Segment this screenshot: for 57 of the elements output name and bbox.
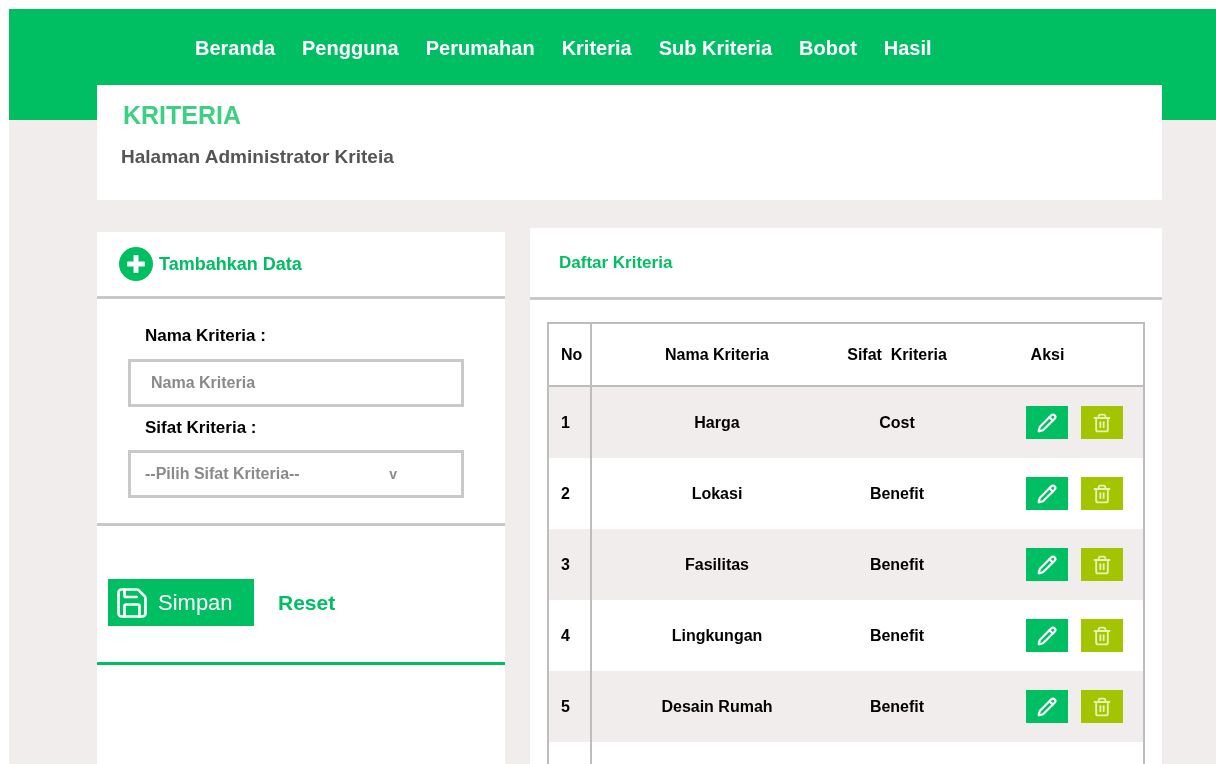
text-input-field[interactable]: Nama Kriteria [128, 358, 464, 407]
table-cell-text: Fasilitas [684, 554, 750, 575]
nav-link[interactable]: Bobot [799, 33, 857, 63]
table-cell-text: Harga [693, 412, 741, 433]
form-title: Tambahkan Data [159, 252, 302, 276]
table-cell-text: 4 [560, 625, 571, 646]
delete-icon [1092, 554, 1112, 575]
edit-button[interactable] [1026, 477, 1068, 510]
column-header: No [560, 344, 584, 365]
delete-button[interactable] [1081, 406, 1123, 439]
page-title: KRITERIA [123, 100, 243, 131]
page-subtitle: Halaman Administrator Kriteia [121, 144, 395, 169]
select-field[interactable]: --Pilih Sifat Kriteria-- v [128, 450, 464, 498]
table-cell-text: 1 [560, 412, 571, 433]
table-cell-text: Benefit [868, 483, 926, 504]
table-cell-text: 2 [560, 483, 571, 504]
table-cell-text: Lingkungan [670, 625, 764, 646]
table-cell-text: Lokasi [690, 483, 744, 504]
delete-button[interactable] [1081, 619, 1123, 652]
column-header: Aksi [1029, 344, 1066, 365]
save-button[interactable]: Simpan [108, 579, 254, 626]
table-cell-text: Desain Rumah [660, 696, 774, 717]
field-label: Nama Kriteria : [145, 325, 267, 347]
column-header: Sifat Kriteria [846, 344, 948, 365]
nav-link[interactable]: Sub Kriteria [658, 33, 773, 63]
edit-button[interactable] [1026, 548, 1068, 581]
edit-button[interactable] [1026, 619, 1068, 652]
add-icon [119, 247, 153, 281]
delete-button[interactable] [1081, 548, 1123, 581]
table-cell-text: Benefit [868, 696, 926, 717]
table-cell-text: Benefit [868, 625, 926, 646]
table-cell-text: Benefit [868, 554, 926, 575]
nav-link[interactable]: Kriteria [561, 33, 632, 63]
reset-button[interactable]: Reset [278, 579, 336, 626]
edit-button[interactable] [1026, 406, 1068, 439]
edit-icon [1037, 554, 1057, 575]
delete-icon [1092, 483, 1112, 504]
nav-link[interactable]: Pengguna [302, 33, 399, 63]
nav-link[interactable]: Perumahan [425, 33, 535, 63]
edit-icon [1037, 483, 1057, 504]
edit-icon [1037, 412, 1057, 433]
delete-button[interactable] [1081, 690, 1123, 723]
edit-icon [1037, 625, 1057, 646]
edit-button[interactable] [1026, 690, 1068, 723]
table-cell-text: 3 [560, 554, 571, 575]
delete-icon [1092, 412, 1112, 433]
table-cell-text: 5 [560, 696, 571, 717]
column-header: Nama Kriteria [663, 344, 770, 365]
field-label: Sifat Kriteria : [145, 416, 258, 439]
delete-button[interactable] [1081, 477, 1123, 510]
list-title: Daftar Kriteria [559, 251, 673, 274]
table-cell-text: Cost [878, 412, 916, 433]
delete-icon [1092, 625, 1112, 646]
edit-icon [1037, 696, 1057, 717]
nav-link[interactable]: Beranda [195, 33, 276, 63]
nav-link[interactable]: Hasil [883, 33, 932, 63]
delete-icon [1092, 696, 1112, 717]
